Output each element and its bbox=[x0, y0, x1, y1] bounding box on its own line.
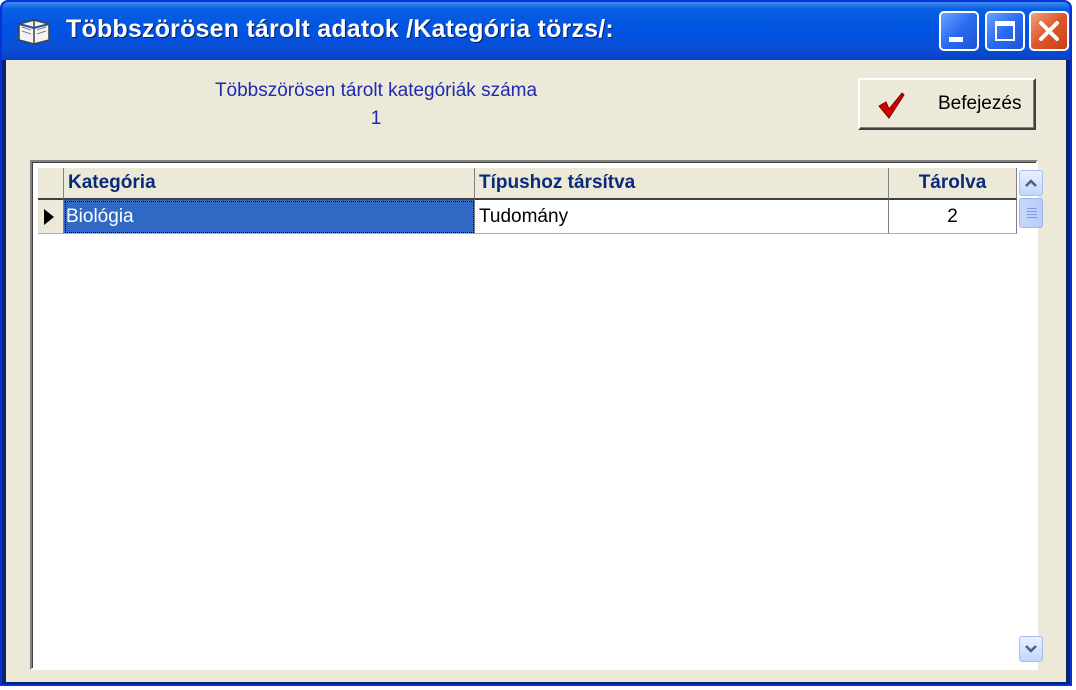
minimize-icon bbox=[949, 37, 963, 42]
title-bar[interactable]: Többszörösen tárolt adatok /Kategória tö… bbox=[2, 2, 1070, 60]
cell-category[interactable]: Biológia bbox=[64, 200, 475, 234]
finish-button[interactable]: Befejezés bbox=[858, 78, 1036, 130]
maximize-button[interactable] bbox=[985, 11, 1025, 51]
book-icon bbox=[18, 19, 50, 45]
chevron-up-icon bbox=[1025, 179, 1037, 187]
grip-line bbox=[1027, 208, 1037, 209]
current-row-arrow-icon bbox=[44, 209, 54, 225]
chevron-down-icon bbox=[1025, 645, 1037, 653]
duplicate-count-label: Többszörösen tárolt kategóriák száma bbox=[214, 80, 538, 101]
column-header-type[interactable]: Típushoz társítva bbox=[475, 168, 889, 200]
close-icon bbox=[1039, 21, 1059, 41]
grip-line bbox=[1027, 211, 1037, 212]
main-window: Többszörösen tárolt adatok /Kategória tö… bbox=[0, 0, 1072, 686]
close-button[interactable] bbox=[1029, 11, 1069, 51]
scrollbar-thumb[interactable] bbox=[1019, 198, 1043, 228]
duplicate-count-value: 1 bbox=[370, 108, 382, 129]
maximize-icon bbox=[995, 21, 1015, 41]
cell-type[interactable]: Tudomány bbox=[475, 200, 889, 234]
column-header-category[interactable]: Kategória bbox=[64, 168, 475, 200]
cell-stored[interactable]: 2 bbox=[889, 200, 1017, 234]
grip-line bbox=[1027, 217, 1037, 218]
column-header-stored[interactable]: Tárolva bbox=[889, 168, 1017, 200]
row-indicator-header bbox=[38, 168, 64, 200]
grip-line bbox=[1027, 214, 1037, 215]
window-client-area: Többszörösen tárolt kategóriák száma 1 B… bbox=[6, 60, 1066, 682]
checkmark-icon bbox=[878, 92, 905, 119]
scroll-down-button[interactable] bbox=[1019, 636, 1043, 662]
scroll-up-button[interactable] bbox=[1019, 170, 1043, 196]
window-title: Többszörösen tárolt adatok /Kategória tö… bbox=[66, 15, 614, 43]
category-grid[interactable]: Kategória Típushoz társítva Tárolva Biol… bbox=[30, 160, 1043, 670]
minimize-button[interactable] bbox=[939, 11, 979, 51]
finish-button-label: Befejezés bbox=[938, 93, 1022, 114]
row-indicator[interactable] bbox=[38, 200, 64, 234]
